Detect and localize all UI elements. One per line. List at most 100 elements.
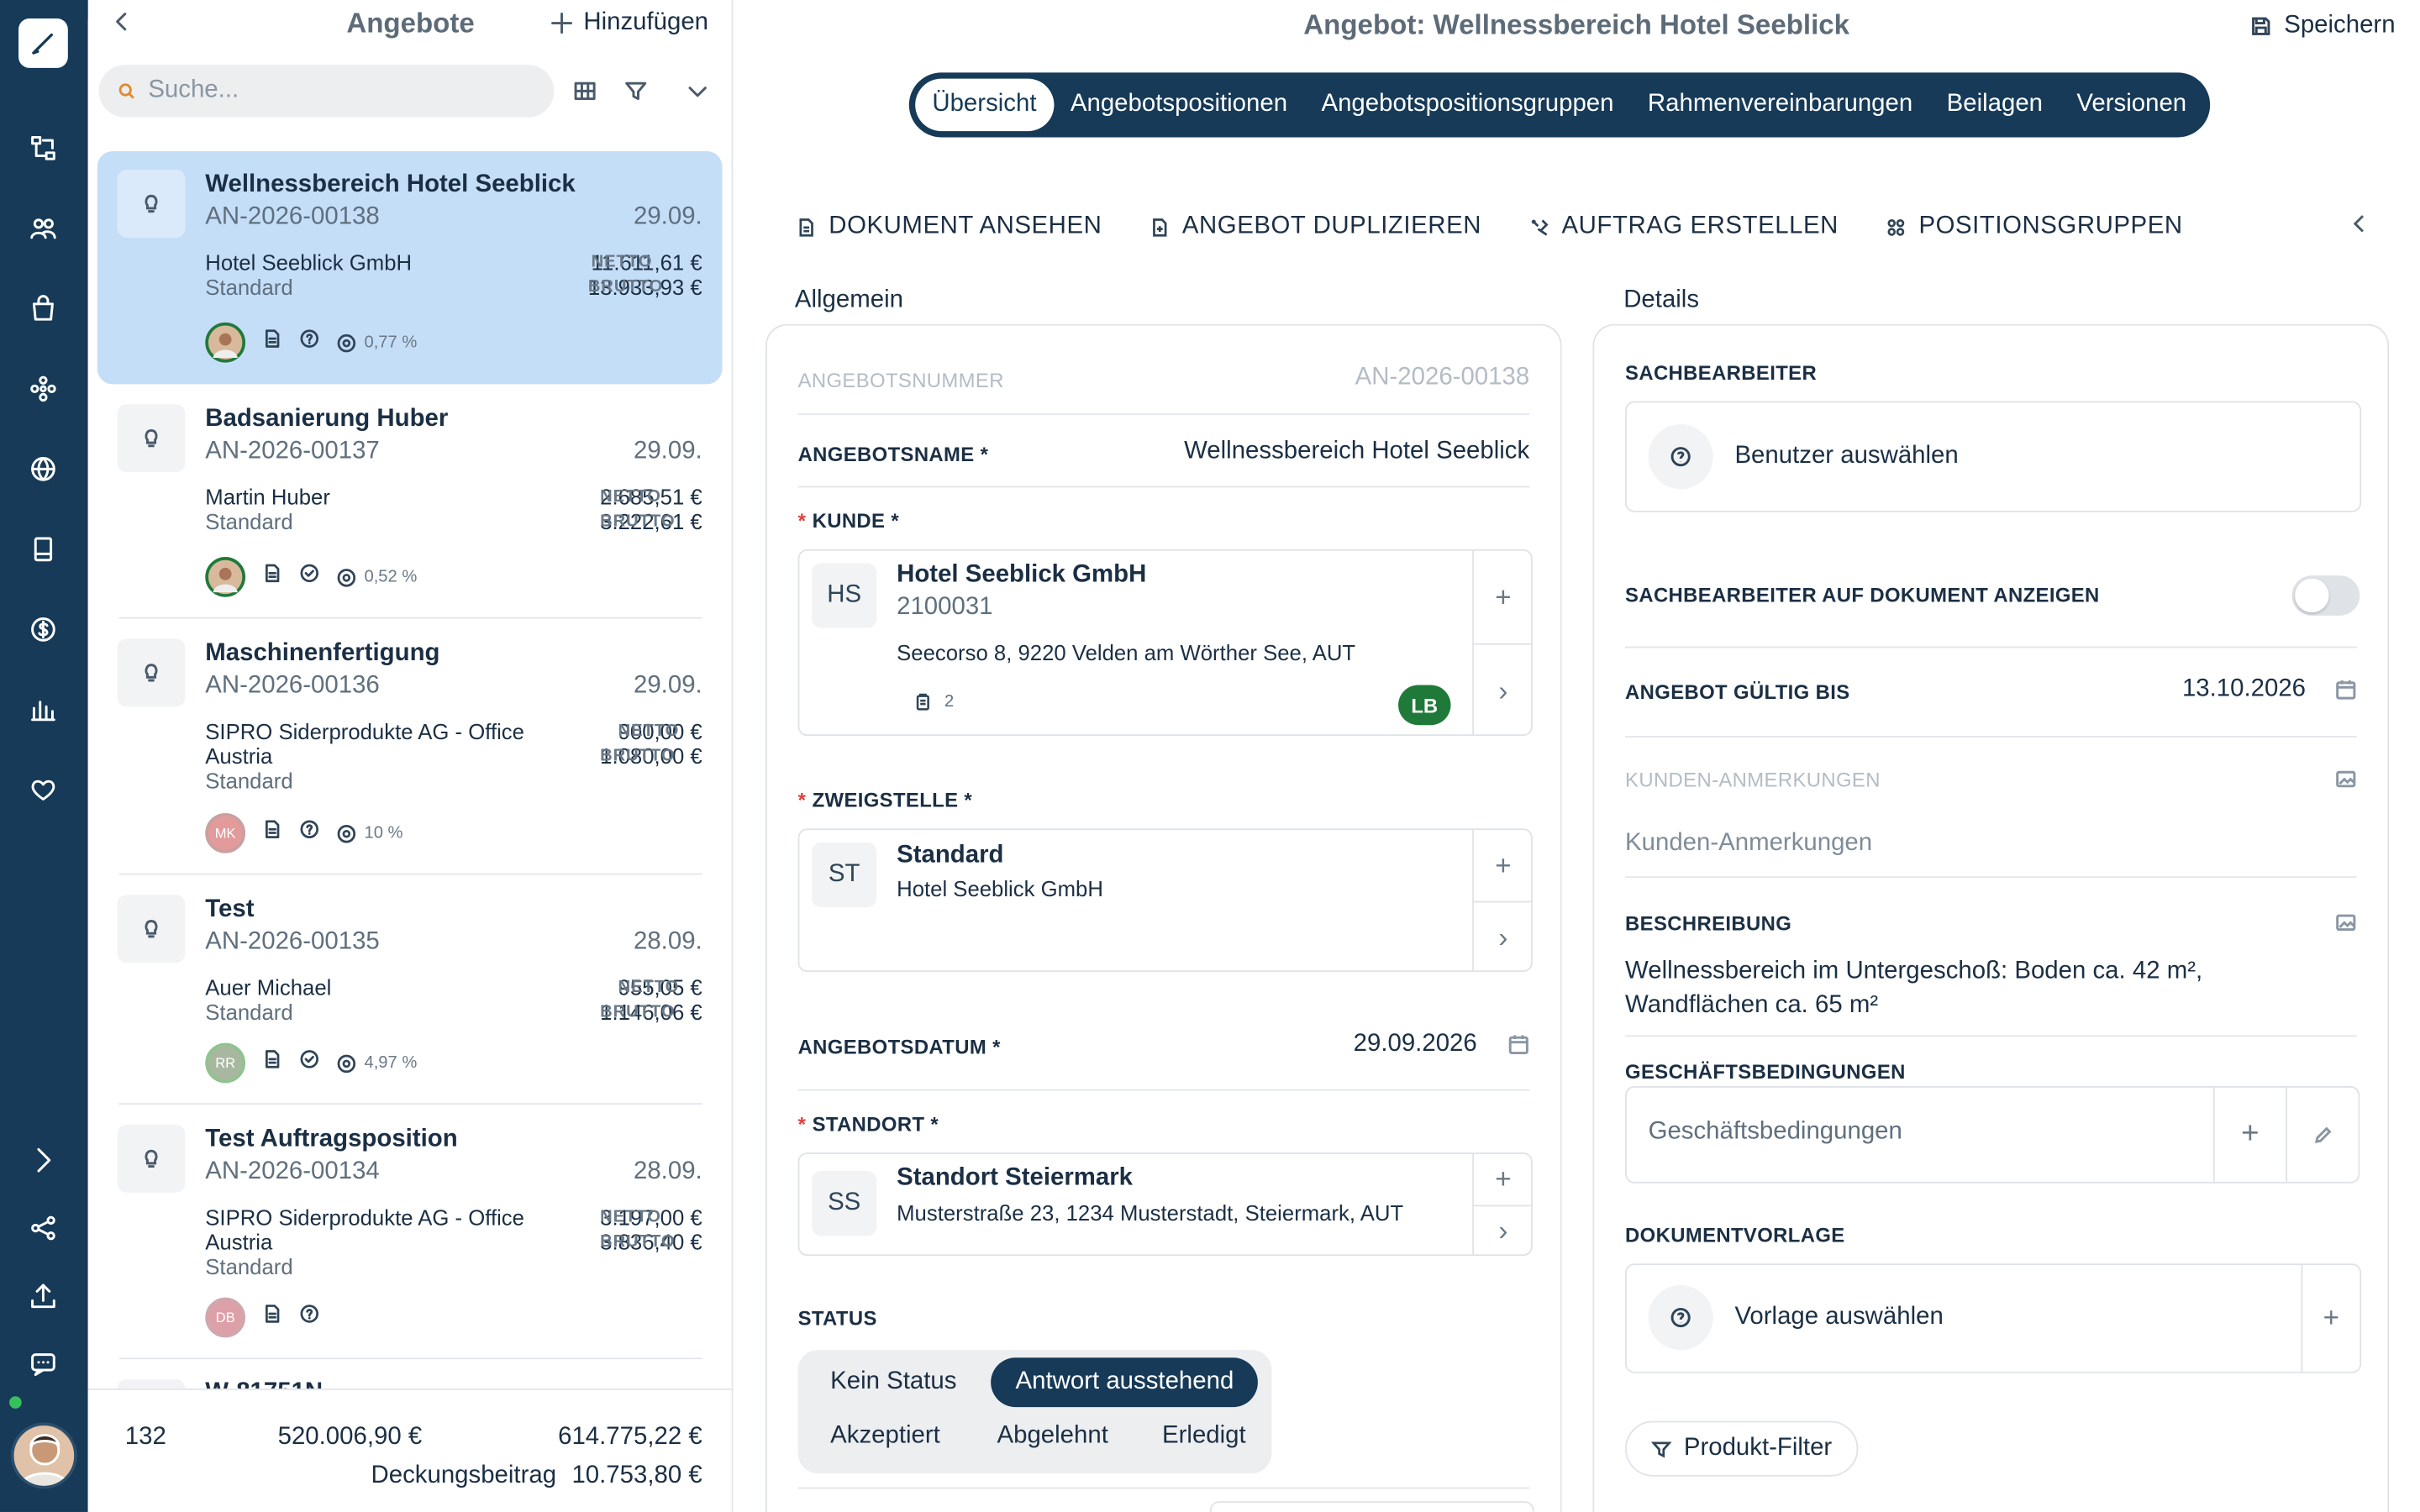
brutto-label: BRUTTO: [600, 512, 676, 531]
collapse-panel-icon[interactable]: [2349, 213, 2380, 244]
image-icon[interactable]: [2335, 769, 2357, 798]
user-avatar[interactable]: [10, 1422, 77, 1489]
nav-shop-icon[interactable]: [22, 287, 65, 330]
add-button[interactable]: Hinzufügen: [550, 9, 708, 37]
edit-terms-icon[interactable]: [2286, 1087, 2358, 1182]
tab-attachments[interactable]: Beilagen: [1929, 79, 2060, 131]
offer-branch: Standard: [205, 1254, 293, 1279]
position-groups-button[interactable]: POSITIONSGRUPPEN: [1886, 213, 2183, 240]
nav-chat-icon[interactable]: [22, 1342, 65, 1385]
nav-workflow-icon[interactable]: [22, 127, 65, 170]
image-icon[interactable]: [2335, 911, 2357, 941]
offer-name: Badsanierung Huber: [205, 406, 449, 433]
add-customer-icon[interactable]: +: [1474, 551, 1533, 643]
offer-customer: SIPRO Siderprodukte AG - Office Austria S…: [205, 719, 529, 793]
location-address: Musterstraße 23, 1234 Musterstadt, Steie…: [897, 1200, 1404, 1226]
nav-network-icon[interactable]: [22, 367, 65, 410]
offer-customer-name: SIPRO Siderprodukte AG - Office Austria: [205, 1205, 524, 1255]
add-branch-icon[interactable]: +: [1474, 830, 1533, 900]
template-picker[interactable]: Vorlage auswählen +: [1625, 1263, 2362, 1373]
app-logo[interactable]: [18, 18, 68, 68]
nav-share-icon[interactable]: [22, 1206, 65, 1249]
offer-branch: Standard: [205, 509, 293, 534]
question-icon: [299, 1304, 319, 1331]
plus-icon: [551, 13, 573, 34]
check-circle-icon: [299, 563, 319, 591]
list-item[interactable]: Badsanierung Huber AN-2026-00137 29.09. …: [97, 386, 723, 619]
description-text[interactable]: Wellnessbereich im Untergeschoß: Boden c…: [1625, 955, 2202, 1023]
tab-bar: Übersicht Angebotspositionen Angebotspos…: [908, 72, 2210, 138]
list-footer: 132 520.006,90 € 614.775,22 € Deckungsbe…: [87, 1389, 732, 1512]
tab-versions[interactable]: Versionen: [2060, 79, 2203, 131]
status-option-pending[interactable]: Antwort ausstehend: [991, 1357, 1259, 1408]
offer-bulb-icon: [117, 895, 186, 963]
offer-branch: Standard: [205, 1000, 293, 1025]
nav-customers-icon[interactable]: [22, 207, 65, 249]
question-icon: [1648, 1284, 1713, 1351]
filter-icon[interactable]: [619, 74, 653, 108]
calendar-icon[interactable]: [1507, 1034, 1529, 1063]
nav-upload-icon[interactable]: [22, 1274, 65, 1317]
branch-sub: Hotel Seeblick GmbH: [897, 876, 1103, 901]
search-input[interactable]: [148, 76, 519, 105]
nav-globe-icon[interactable]: [22, 448, 65, 491]
template-placeholder: Vorlage auswählen: [1734, 1304, 1944, 1331]
add-location-icon[interactable]: +: [1474, 1154, 1533, 1205]
nav-book-icon[interactable]: [22, 528, 65, 570]
customer-label-text: KUNDE *: [812, 509, 899, 533]
divider: [797, 1089, 1530, 1091]
add-template-icon[interactable]: +: [2301, 1265, 2360, 1372]
nav-heart-icon[interactable]: [22, 769, 65, 811]
offer-name-label: ANGEBOTSNAME *: [797, 443, 989, 466]
brutto-label: BRUTTO: [600, 1232, 676, 1252]
list-item-selected[interactable]: Wellnessbereich Hotel Seeblick AN-2026-0…: [97, 150, 723, 385]
open-branch-icon[interactable]: ›: [1474, 902, 1533, 973]
offer-meta: RR 4,97 %: [205, 1042, 417, 1084]
valid-until-value[interactable]: 13.10.2026: [2182, 675, 2306, 703]
open-location-icon[interactable]: ›: [1474, 1206, 1533, 1257]
list-item[interactable]: Test Auftragsposition AN-2026-00134 28.0…: [97, 1106, 723, 1360]
required-marker: *: [797, 1112, 807, 1136]
location-card[interactable]: SS Standort Steiermark Musterstraße 23, …: [797, 1152, 1533, 1257]
customer-notes-input[interactable]: Kunden-Anmerkungen: [1625, 830, 1872, 858]
tab-position-groups[interactable]: Angebotspositionsgruppen: [1304, 79, 1630, 131]
search-box[interactable]: [98, 65, 555, 118]
position-groups-label: POSITIONSGRUPPEN: [1918, 213, 2183, 239]
duplicate-offer-button[interactable]: ANGEBOT DUPLIZIEREN: [1150, 213, 1481, 240]
tab-positions[interactable]: Angebotspositionen: [1054, 79, 1305, 131]
required-marker: *: [797, 788, 807, 812]
offer-customer-name: Auer Michael: [205, 974, 332, 1000]
divider: [118, 1103, 702, 1105]
calendar-icon[interactable]: [2335, 679, 2357, 708]
add-terms-icon[interactable]: +: [2212, 1087, 2286, 1182]
terms-field[interactable]: Geschäftsbedingungen +: [1625, 1086, 2360, 1184]
grid-view-icon[interactable]: [568, 74, 602, 108]
status-option-rejected[interactable]: Abgelehnt: [972, 1412, 1133, 1462]
clerk-picker[interactable]: Benutzer auswählen: [1625, 401, 2362, 512]
branch-card[interactable]: ST Standard Hotel Seeblick GmbH + ›: [797, 828, 1533, 973]
status-option-none[interactable]: Kein Status: [806, 1357, 981, 1407]
chevron-down-icon[interactable]: [681, 74, 714, 108]
show-clerk-toggle[interactable]: [2291, 575, 2360, 616]
status-option-accepted[interactable]: Akzeptiert: [806, 1412, 965, 1462]
nav-expand-icon[interactable]: [22, 1138, 65, 1181]
clerk-label: SACHBEARBEITER: [1625, 360, 1818, 385]
save-button[interactable]: Speichern: [2250, 13, 2396, 40]
view-document-button[interactable]: DOKUMENT ANSEHEN: [797, 213, 1102, 240]
offer-branch: Standard: [205, 768, 293, 794]
create-order-button[interactable]: AUFTRAG ERSTELLEN: [1529, 213, 1839, 240]
offer-date-value[interactable]: 29.09.2026: [1354, 1031, 1477, 1058]
open-customer-icon[interactable]: ›: [1474, 645, 1533, 738]
status-option-done[interactable]: Erledigt: [1138, 1412, 1270, 1462]
tab-framework-agreements[interactable]: Rahmenvereinbarungen: [1631, 79, 1930, 131]
nav-chart-icon[interactable]: [22, 688, 65, 731]
customer-card[interactable]: HS Hotel Seeblick GmbH 2100031 Seecorso …: [797, 549, 1533, 738]
product-filter-button[interactable]: Produkt-Filter: [1625, 1420, 1859, 1477]
offer-name-value[interactable]: Wellnessbereich Hotel Seeblick: [1184, 438, 1529, 466]
list-item[interactable]: Test AN-2026-00135 28.09. Auer Michael St…: [97, 876, 723, 1105]
list-item[interactable]: Maschinenfertigung AN-2026-00136 29.09. …: [97, 620, 723, 875]
tab-overview[interactable]: Übersicht: [915, 78, 1054, 132]
back-icon[interactable]: [109, 9, 140, 40]
margin-percent: 4,97 %: [336, 1053, 417, 1074]
nav-finance-icon[interactable]: [22, 608, 65, 651]
